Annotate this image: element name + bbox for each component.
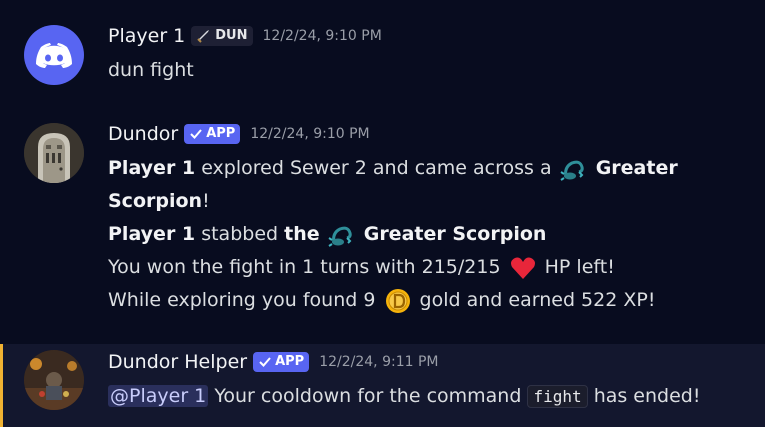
timestamp[interactable]: 12/2/24, 9:10 PM <box>250 126 369 142</box>
inline-code: fight <box>527 385 588 408</box>
message-dundor-helper: Dundor Helper APP 12/2/24, 9:11 PM @Play… <box>0 344 765 427</box>
player-name: Player 1 <box>108 157 196 179</box>
guild-tag[interactable]: DUN <box>191 26 253 46</box>
app-tag-label: APP <box>206 126 236 141</box>
article-text: the <box>284 223 320 245</box>
message-text: HP left! <box>544 256 615 278</box>
author-name[interactable]: Dundor <box>108 123 178 145</box>
coin-icon <box>385 288 410 313</box>
message-line: Player 1 stabbed the Greater Scorpion <box>108 218 678 251</box>
message-header: Player 1 DUN 12/2/24, 9:10 PM <box>108 25 382 47</box>
message-text: gold and earned 522 XP! <box>419 289 656 311</box>
message-text: You won the fight in 1 turns with 215/21… <box>108 256 501 278</box>
app-tag[interactable]: APP <box>184 124 241 144</box>
sword-icon <box>197 30 210 43</box>
message-text: explored Sewer 2 and came across a <box>201 157 552 179</box>
author-name[interactable]: Player 1 <box>108 25 185 47</box>
guild-tag-label: DUN <box>215 28 248 43</box>
message-player1: Player 1 DUN 12/2/24, 9:10 PM dun fight <box>0 0 765 100</box>
user-mention[interactable]: @Player 1 <box>108 385 209 407</box>
timestamp[interactable]: 12/2/24, 9:11 PM <box>319 354 438 370</box>
dungeon-door-avatar <box>24 123 84 183</box>
message-line: Scorpion! <box>108 185 678 218</box>
discord-logo-icon <box>36 43 72 68</box>
avatar[interactable] <box>24 25 84 85</box>
message-text: has ended! <box>593 385 701 407</box>
checkmark-icon <box>259 357 271 367</box>
message-text: dun fight <box>108 59 194 81</box>
player-name: Player 1 <box>108 223 196 245</box>
timestamp[interactable]: 12/2/24, 9:10 PM <box>263 28 382 44</box>
scorpion-icon <box>560 160 584 181</box>
message-line: Player 1 explored Sewer 2 and came acros… <box>108 152 678 185</box>
checkmark-icon <box>190 129 202 139</box>
message-text: Your cooldown for the command <box>214 385 522 407</box>
message-content: Player 1 explored Sewer 2 and came acros… <box>108 152 678 317</box>
message-dundor: Dundor APP 12/2/24, 9:10 PM Player 1 exp… <box>0 115 765 335</box>
avatar[interactable] <box>24 123 84 183</box>
monster-name: Scorpion <box>108 190 203 212</box>
message-text: ! <box>202 190 210 212</box>
monster-name: Greater Scorpion <box>363 223 547 245</box>
app-tag-label: APP <box>275 354 305 369</box>
message-line: While exploring you found 9 gold and ear… <box>108 284 678 317</box>
message-header: Dundor APP 12/2/24, 9:10 PM <box>108 123 370 145</box>
author-name[interactable]: Dundor Helper <box>108 351 247 373</box>
message-text: While exploring you found 9 <box>108 289 376 311</box>
heart-icon <box>510 257 535 279</box>
scorpion-icon <box>328 226 352 247</box>
message-content: dun fight <box>108 54 194 87</box>
message-content: @Player 1 Your cooldown for the command … <box>108 380 700 413</box>
tavern-scene-avatar <box>24 350 84 410</box>
message-line: You won the fight in 1 turns with 215/21… <box>108 251 678 284</box>
avatar[interactable] <box>24 350 84 410</box>
app-tag[interactable]: APP <box>253 352 310 372</box>
message-header: Dundor Helper APP 12/2/24, 9:11 PM <box>108 351 438 373</box>
message-text: stabbed <box>201 223 279 245</box>
monster-name: Greater <box>595 157 678 179</box>
